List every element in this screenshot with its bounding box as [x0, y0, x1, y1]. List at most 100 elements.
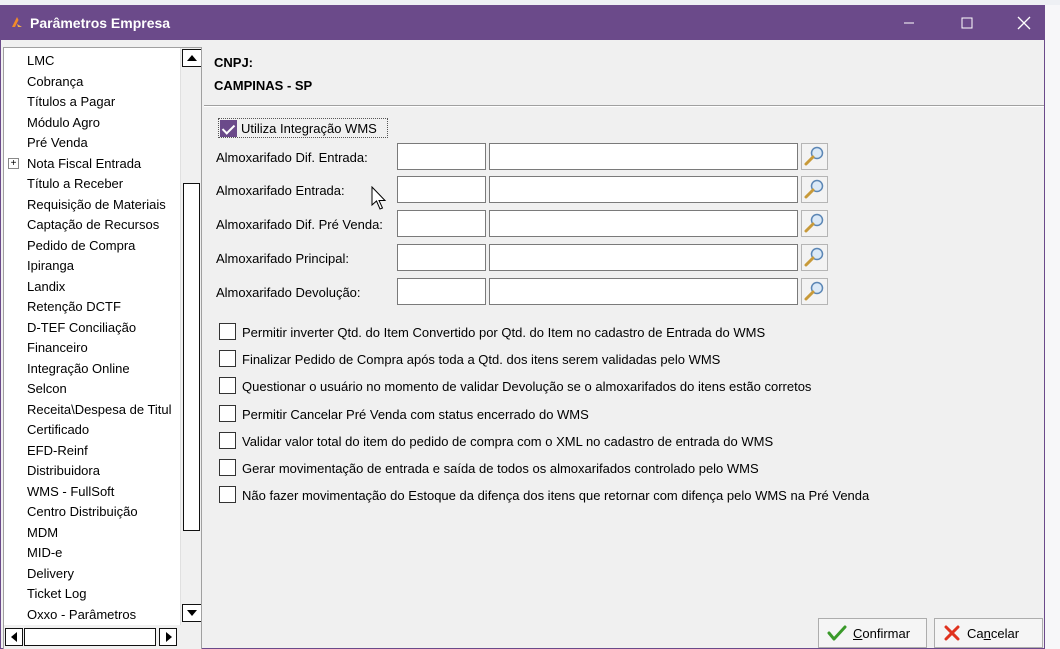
wms-option-checkbox[interactable]: Gerar movimentação de entrada e saída de… [219, 458, 959, 478]
tree-item[interactable]: D-TEF Conciliação [27, 318, 136, 338]
lookup-button[interactable] [801, 143, 828, 170]
warehouse-code-input[interactable] [397, 278, 486, 305]
warehouse-description-input[interactable] [489, 176, 798, 203]
lookup-button[interactable] [801, 210, 828, 237]
arrow-down-icon [187, 610, 197, 616]
title-bar[interactable]: Parâmetros Empresa [1, 6, 1044, 40]
cancel-label: Cancelar [967, 625, 1020, 641]
checkbox-icon [219, 405, 236, 422]
tree-item[interactable]: Cobrança [27, 72, 83, 92]
option-label: Gerar movimentação de entrada e saída de… [242, 461, 759, 476]
tree-item[interactable]: Selcon [27, 379, 67, 399]
field-label: Almoxarifado Dif. Entrada: [216, 150, 368, 165]
mouse-cursor-icon [371, 186, 387, 210]
tree-item[interactable]: Financeiro [27, 338, 88, 358]
x-icon [944, 625, 960, 641]
tree-item[interactable]: Pré Venda [27, 133, 88, 153]
wms-integration-checkbox[interactable]: Utiliza Integração WMS [218, 118, 388, 138]
wms-option-checkbox[interactable]: Não fazer movimentação do Estoque da dif… [219, 485, 959, 505]
hscroll-thumb[interactable] [24, 628, 156, 646]
category-tree[interactable]: LMC Cobrança Títulos a Pagar Módulo Agro Pré… [3, 47, 202, 649]
close-button[interactable] [1001, 6, 1047, 40]
tree-item[interactable]: Receita\Despesa de Titul [27, 400, 172, 420]
arrow-up-icon [187, 55, 197, 61]
minimize-icon [904, 22, 914, 24]
wms-option-checkbox[interactable]: Validar valor total do item do pedido de… [219, 431, 959, 451]
checkbox-checked-icon [220, 120, 237, 137]
warehouse-code-input[interactable] [397, 210, 486, 237]
confirm-label: Confirmar [853, 625, 911, 641]
lookup-button[interactable] [801, 278, 828, 305]
header-divider [204, 105, 1044, 107]
field-label: Almoxarifado Principal: [216, 251, 349, 266]
wms-integration-label: Utiliza Integração WMS [241, 121, 377, 136]
warehouse-code-input[interactable] [397, 143, 486, 170]
tree-vertical-scrollbar[interactable] [180, 48, 201, 625]
app-logo-icon [12, 17, 22, 27]
option-label: Permitir inverter Qtd. do Item Convertid… [242, 325, 766, 340]
checkbox-icon [219, 459, 236, 476]
window-title: Parâmetros Empresa [30, 15, 171, 31]
tree-item[interactable]: Certificado [27, 420, 89, 440]
field-label: Almoxarifado Dif. Pré Venda: [216, 217, 383, 232]
tree-item[interactable]: Oxxo - Parâmetros [27, 605, 136, 625]
search-icon [804, 213, 824, 233]
scroll-thumb[interactable] [183, 183, 200, 531]
option-label: Validar valor total do item do pedido de… [242, 434, 774, 449]
option-label: Questionar o usuário no momento de valid… [242, 379, 812, 394]
tree-item[interactable]: Landix [27, 277, 65, 297]
tree-item[interactable]: Ipiranga [27, 256, 74, 276]
minimize-button[interactable] [886, 6, 932, 40]
tree-item[interactable]: EFD-Reinf [27, 441, 88, 461]
tree-item[interactable]: Centro Distribuição [27, 502, 138, 522]
lookup-button[interactable] [801, 176, 828, 203]
scroll-left-button[interactable] [5, 628, 23, 646]
checkbox-icon [219, 377, 236, 394]
warehouse-description-input[interactable] [489, 210, 798, 237]
tree-item[interactable]: Captação de Recursos [27, 215, 159, 235]
tree-item[interactable]: MID-e [27, 543, 62, 563]
warehouse-code-input[interactable] [397, 176, 486, 203]
tree-item[interactable]: Requisição de Materiais [27, 195, 166, 215]
maximize-button[interactable] [944, 6, 990, 40]
search-icon [804, 281, 824, 301]
tree-item[interactable]: LMC [27, 51, 54, 71]
maximize-icon [961, 17, 973, 29]
confirm-button[interactable]: Confirmar [818, 618, 927, 648]
lookup-button[interactable] [801, 244, 828, 271]
search-icon [804, 146, 824, 166]
tree-item[interactable]: Retenção DCTF [27, 297, 121, 317]
parametros-empresa-window: Parâmetros Empresa LMC Cobrança Títulos a … [0, 5, 1045, 649]
wms-option-checkbox[interactable]: Finalizar Pedido de Compra após toda a Q… [219, 349, 959, 369]
option-label: Não fazer movimentação do Estoque da dif… [242, 488, 870, 503]
wms-option-checkbox[interactable]: Questionar o usuário no momento de valid… [219, 376, 959, 396]
scroll-up-button[interactable] [182, 49, 201, 67]
arrow-right-icon [166, 632, 172, 642]
background-right [1045, 5, 1060, 649]
expand-icon[interactable]: + [8, 157, 19, 169]
scroll-right-button[interactable] [159, 628, 177, 646]
scroll-down-button[interactable] [182, 604, 201, 622]
check-icon [827, 625, 847, 641]
wms-option-checkbox[interactable]: Permitir inverter Qtd. do Item Convertid… [219, 322, 959, 342]
tree-item[interactable]: Módulo Agro [27, 113, 100, 133]
cancel-button[interactable]: Cancelar [934, 618, 1043, 648]
warehouse-code-input[interactable] [397, 244, 486, 271]
tree-horizontal-scrollbar[interactable] [4, 625, 201, 649]
tree-item[interactable]: Título a Receber [27, 174, 123, 194]
warehouse-description-input[interactable] [489, 244, 798, 271]
tree-item[interactable]: Delivery [27, 564, 74, 584]
wms-option-checkbox[interactable]: Permitir Cancelar Pré Venda com status e… [219, 404, 959, 424]
tree-item[interactable]: Distribuidora [27, 461, 100, 481]
tree-item[interactable]: Títulos a Pagar [27, 92, 115, 112]
tree-item[interactable]: MDM [27, 523, 58, 543]
tree-item[interactable]: Pedido de Compra [27, 236, 135, 256]
checkbox-icon [219, 323, 236, 340]
company-city: CAMPINAS - SP [214, 78, 313, 93]
tree-item[interactable]: Ticket Log [27, 584, 87, 604]
tree-item[interactable]: Integração Online [27, 359, 130, 379]
warehouse-description-input[interactable] [489, 143, 798, 170]
tree-item[interactable]: Nota Fiscal Entrada [27, 154, 141, 174]
tree-item[interactable]: WMS - FullSoft [27, 482, 114, 502]
warehouse-description-input[interactable] [489, 278, 798, 305]
